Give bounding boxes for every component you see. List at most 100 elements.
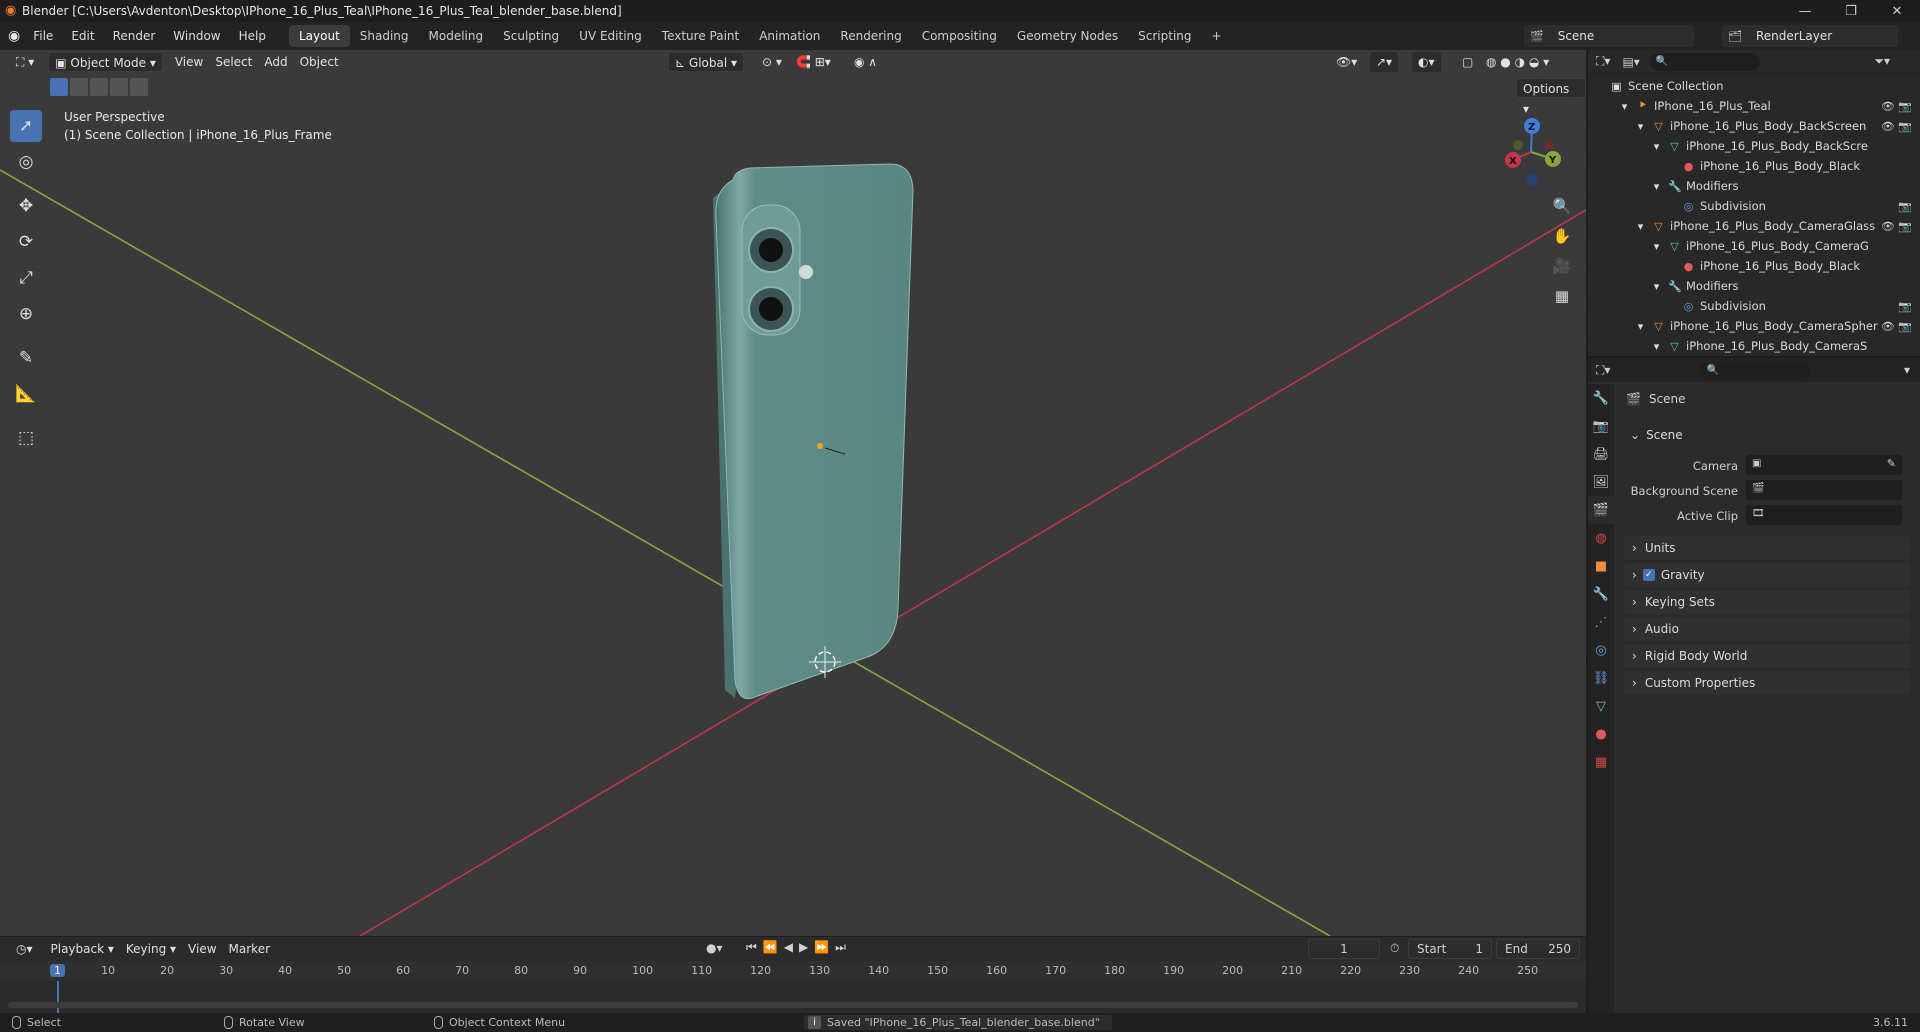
menu-window[interactable]: Window	[164, 29, 229, 43]
ortho-toggle-button[interactable]: ▦	[1548, 282, 1576, 310]
tab-sculpting[interactable]: Sculpting	[493, 25, 569, 47]
timeline-scrollbar[interactable]	[8, 1002, 1578, 1008]
panel-gravity[interactable]: › ✓ Gravity	[1624, 563, 1910, 587]
xray-button[interactable]: ▢	[1456, 52, 1479, 72]
3d-viewport[interactable]: ➚ ◎ ✥ ⟳ ⤢ ⊕ ✎ 📐 ⬚ User Perspective (1) S…	[0, 50, 1586, 936]
scene-selector[interactable]: 🎬 Scene	[1524, 25, 1694, 47]
menu-marker[interactable]: Marker	[223, 939, 276, 959]
tab-geometry-nodes[interactable]: Geometry Nodes	[1007, 25, 1128, 47]
rotate-tool[interactable]: ⟳	[10, 226, 42, 258]
row-visibility-icons[interactable]: 📷	[1898, 200, 1912, 213]
outliner-row[interactable]: ▾ 🔧 Modifiers	[1588, 176, 1920, 196]
record-button[interactable]: ●▾	[706, 941, 723, 955]
tab-output[interactable]: 🖨	[1588, 440, 1614, 468]
editor-type-button[interactable]: ⛶ ▾	[10, 52, 40, 72]
frame-ruler[interactable]: 1 10 20 30 40 50 60 70 80 90 100 110 120 130 140 150 160…	[0, 961, 1586, 981]
close-button[interactable]: ✕	[1874, 4, 1920, 19]
camera-field[interactable]: ▣ ✎	[1746, 455, 1902, 475]
camera-view-button[interactable]: 🎥	[1548, 252, 1576, 280]
outliner-editor-icon[interactable]: ⛶▾	[1596, 54, 1610, 69]
panel-audio[interactable]: › Audio	[1624, 617, 1910, 641]
outliner-row[interactable]: ▾ ▽ iPhone_16_Plus_Body_CameraS	[1588, 336, 1920, 356]
transform-orientation-dropdown[interactable]: ⊾ Global ▾	[668, 52, 745, 72]
zoom-button[interactable]: 🔍	[1548, 192, 1576, 220]
row-visibility-icons[interactable]: 📷	[1898, 300, 1912, 313]
pan-button[interactable]: ✋	[1548, 222, 1576, 250]
panel-keying-sets[interactable]: › Keying Sets	[1624, 590, 1910, 614]
tab-constraints[interactable]: ⛓	[1588, 664, 1614, 692]
outliner-row[interactable]: ◎ Subdivision 📷	[1588, 196, 1920, 216]
outliner-row[interactable]: ▾ 🔧 Modifiers	[1588, 276, 1920, 296]
add-cube-tool[interactable]: ⬚	[10, 422, 42, 454]
current-frame-field[interactable]: 1	[1308, 939, 1380, 959]
tab-scripting[interactable]: Scripting	[1128, 25, 1201, 47]
outliner-row[interactable]: ▾ ▽ iPhone_16_Plus_Body_BackScre	[1588, 136, 1920, 156]
panel-units[interactable]: › Units	[1624, 536, 1910, 560]
keyframe-area[interactable]	[0, 981, 1586, 1013]
stopwatch-icon[interactable]: ⏱	[1390, 941, 1399, 956]
playback-controls[interactable]: ⏮⏪◀▶⏩⏭	[746, 940, 852, 955]
select-box-tool[interactable]: ➚	[10, 110, 42, 142]
maximize-button[interactable]: ❐	[1828, 4, 1874, 19]
menu-object[interactable]: Object	[294, 52, 345, 72]
panel-scene-header[interactable]: ⌄ Scene	[1624, 423, 1910, 447]
annotate-tool[interactable]: ✎	[10, 342, 42, 374]
row-visibility-icons[interactable]: 👁 📷	[1881, 100, 1912, 113]
cursor-tool[interactable]: ◎	[10, 146, 42, 178]
tab-rendering[interactable]: Rendering	[830, 25, 911, 47]
select-extend-button[interactable]	[70, 78, 88, 96]
menu-playback[interactable]: Playback ▾	[45, 939, 120, 959]
proportional-edit-button[interactable]: ◉ ∧	[848, 52, 883, 72]
scale-tool[interactable]: ⤢	[10, 262, 42, 294]
move-tool[interactable]: ✥	[10, 190, 42, 222]
active-clip-field[interactable]: 🎞	[1746, 505, 1902, 525]
tab-animation[interactable]: Animation	[749, 25, 830, 47]
outliner-row[interactable]: ● iPhone_16_Plus_Body_Black	[1588, 256, 1920, 276]
menu-select[interactable]: Select	[209, 52, 258, 72]
tab-view-layer[interactable]: 🖼	[1588, 468, 1614, 496]
tab-layout[interactable]: Layout	[288, 25, 350, 47]
navigation-gizmo[interactable]: X Y Z	[1496, 114, 1566, 190]
gravity-checkbox[interactable]: ✓	[1642, 569, 1655, 581]
outliner-search-input[interactable]: 🔍	[1649, 52, 1760, 71]
row-visibility-icons[interactable]: 👁 📷	[1881, 220, 1912, 233]
tab-world[interactable]: ◍	[1588, 524, 1614, 552]
select-subtract-button[interactable]	[90, 78, 108, 96]
menu-render[interactable]: Render	[104, 29, 165, 43]
tab-shading[interactable]: Shading	[350, 25, 419, 47]
blender-menu-icon[interactable]: ◉	[8, 28, 20, 44]
end-frame-field[interactable]: End 250	[1496, 939, 1580, 959]
eyedropper-icon[interactable]: ✎	[1887, 457, 1896, 470]
panel-custom-properties[interactable]: › Custom Properties	[1624, 671, 1910, 695]
measure-tool[interactable]: 📐	[10, 378, 42, 410]
menu-add[interactable]: Add	[258, 52, 293, 72]
outliner-row-scene-collection[interactable]: ▣ Scene Collection	[1588, 76, 1920, 96]
view-layer-selector[interactable]: 🗂 RenderLayer	[1722, 25, 1898, 47]
menu-view[interactable]: View	[169, 52, 209, 72]
outliner-row[interactable]: ▾ ▽ iPhone_16_Plus_Body_CameraSpher 👁 📷	[1588, 316, 1920, 336]
shading-modes[interactable]: ◍ ● ◑ ◒ ▾	[1480, 52, 1555, 72]
visibility-button[interactable]: 👁▾	[1330, 52, 1363, 72]
tab-scene[interactable]: 🎬	[1588, 496, 1614, 524]
timeline-editor-icon[interactable]: ◷▾	[10, 939, 39, 959]
snap-toggle-button[interactable]: 🧲 ⊞▾	[790, 52, 837, 72]
tab-data[interactable]: ▽	[1588, 692, 1614, 720]
outliner-row[interactable]: ▾ ▽ iPhone_16_Plus_Body_BackScreen 👁 📷	[1588, 116, 1920, 136]
add-workspace-button[interactable]: +	[1202, 25, 1232, 47]
display-mode-icon[interactable]: ▤▾	[1622, 55, 1639, 69]
tab-material[interactable]: ●	[1588, 720, 1614, 748]
panel-rigid-body-world[interactable]: › Rigid Body World	[1624, 644, 1910, 668]
select-invert-button[interactable]	[110, 78, 128, 96]
menu-keying[interactable]: Keying ▾	[120, 939, 182, 959]
start-frame-field[interactable]: Start 1	[1408, 939, 1492, 959]
gizmo-toggle-button[interactable]: ↗▾	[1370, 52, 1399, 72]
menu-edit[interactable]: Edit	[62, 29, 103, 43]
tab-physics[interactable]: ◎	[1588, 636, 1614, 664]
tab-modifiers[interactable]: 🔧	[1588, 580, 1614, 608]
mode-dropdown[interactable]: ▣ Object Mode ▾	[48, 52, 163, 72]
tab-object[interactable]: ■	[1588, 552, 1614, 580]
tab-uv-editing[interactable]: UV Editing	[569, 25, 652, 47]
select-new-button[interactable]	[50, 78, 68, 96]
tab-texture-paint[interactable]: Texture Paint	[652, 25, 749, 47]
tab-particles[interactable]: ⋰	[1588, 608, 1614, 636]
